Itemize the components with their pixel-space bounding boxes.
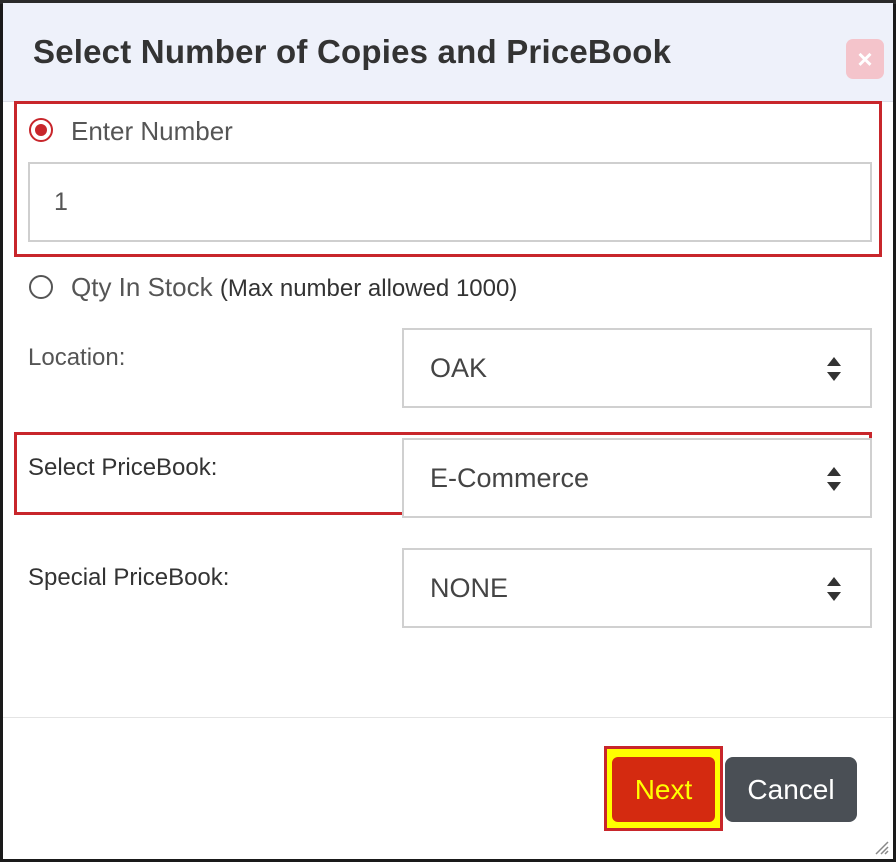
enter-number-label: Enter Number: [71, 116, 233, 146]
qty-in-stock-text: Qty In Stock: [71, 272, 213, 302]
sort-arrows-icon: [827, 357, 841, 381]
special-pricebook-select[interactable]: NONE: [402, 548, 872, 628]
dialog-header: Select Number of Copies and PriceBook ×: [3, 3, 893, 102]
special-pricebook-label: Special PriceBook:: [28, 564, 230, 591]
resize-grip-icon[interactable]: [870, 836, 890, 856]
copies-number-input[interactable]: 1: [28, 162, 872, 242]
radio-enter-number[interactable]: [29, 118, 53, 142]
copies-number-value: 1: [54, 188, 68, 216]
qty-max-note: (Max number allowed 1000): [219, 275, 518, 302]
special-pricebook-value: NONE: [430, 573, 509, 603]
footer-divider: [3, 717, 893, 718]
location-select[interactable]: OAK: [402, 328, 872, 408]
cancel-button[interactable]: Cancel: [725, 757, 857, 822]
dialog-title: Select Number of Copies and PriceBook: [33, 33, 672, 70]
pricebook-value: E-Commerce: [430, 463, 590, 493]
location-value: OAK: [430, 353, 488, 383]
sort-arrows-icon: [827, 577, 841, 601]
next-button[interactable]: Next: [612, 757, 715, 822]
qty-in-stock-label: Qty In Stock (Max number allowed 1000): [71, 272, 517, 303]
close-icon: ×: [857, 44, 873, 74]
location-label: Location:: [28, 344, 126, 371]
close-button[interactable]: ×: [846, 39, 884, 79]
pricebook-label: Select PriceBook:: [28, 454, 218, 481]
sort-arrows-icon: [827, 467, 841, 491]
radio-qty-in-stock[interactable]: [29, 275, 53, 299]
pricebook-select[interactable]: E-Commerce: [402, 438, 872, 518]
